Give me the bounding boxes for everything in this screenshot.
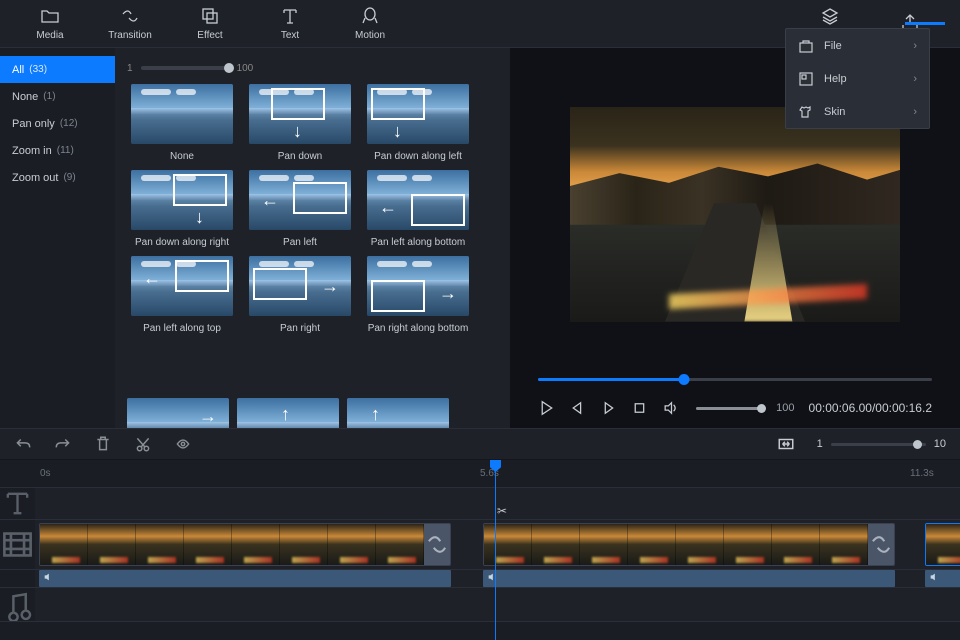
volume-value: 100: [776, 402, 794, 414]
motion-thumb[interactable]: ↓: [249, 84, 351, 144]
undo-button[interactable]: [14, 435, 32, 453]
motion-thumb[interactable]: →: [127, 398, 229, 428]
motion-label: Pan left along bottom: [371, 237, 466, 248]
active-indicator: [905, 22, 945, 25]
music-track-icon[interactable]: [0, 588, 35, 621]
transition-icon: [868, 524, 894, 565]
video-clip[interactable]: [483, 523, 895, 566]
motion-thumb[interactable]: ←: [367, 170, 469, 230]
motion-label: Pan down along right: [135, 237, 229, 248]
audio-clip[interactable]: [925, 570, 960, 587]
video-clip[interactable]: [39, 523, 451, 566]
audio-clip[interactable]: [39, 570, 451, 587]
delete-button[interactable]: [94, 435, 112, 453]
next-frame-button[interactable]: [600, 399, 617, 417]
main-menu: File › Help › Skin ›: [785, 28, 930, 129]
sidebar-item-none[interactable]: None(1): [0, 83, 115, 110]
category-sidebar: All(33) None(1) Pan only(12) Zoom in(11)…: [0, 48, 115, 428]
transition-icon: [424, 524, 450, 565]
thumb-size-slider[interactable]: [141, 66, 229, 70]
motion-gallery: 1 100 None ↓ Pan down ↓ Pan down along lef…: [115, 48, 510, 428]
speaker-icon: [929, 572, 939, 585]
help-icon: [798, 71, 814, 87]
tool-motion[interactable]: Motion: [330, 0, 410, 48]
motion-label: Pan right along bottom: [368, 323, 469, 334]
folder-icon: [40, 6, 60, 26]
speaker-icon: [43, 572, 53, 585]
chevron-right-icon: ›: [913, 106, 917, 118]
cut-marker-icon: ✂: [497, 504, 507, 518]
tool-text[interactable]: Text: [250, 0, 330, 48]
motion-label: Pan down: [278, 151, 322, 162]
motion-thumb[interactable]: →: [249, 256, 351, 316]
top-toolbar: Media Transition Effect Text Motion Temp…: [0, 0, 960, 48]
template-icon: [820, 6, 840, 26]
preview-video[interactable]: [570, 107, 900, 322]
cut-button[interactable]: [134, 435, 152, 453]
motion-label: Pan down along left: [374, 151, 462, 162]
transition-icon: [120, 6, 140, 26]
motion-thumb[interactable]: [131, 84, 233, 144]
music-track[interactable]: [35, 588, 960, 621]
redo-button[interactable]: [54, 435, 72, 453]
motion-thumb[interactable]: ←: [249, 170, 351, 230]
menu-skin[interactable]: Skin ›: [786, 95, 929, 128]
motion-label: None: [170, 151, 194, 162]
thumb-size-max: 100: [237, 63, 254, 74]
stop-button[interactable]: [631, 399, 648, 417]
menu-file[interactable]: File ›: [786, 29, 929, 62]
motion-thumb[interactable]: ↑: [347, 398, 449, 428]
motion-label: Pan right: [280, 323, 320, 334]
text-track-icon[interactable]: [0, 488, 35, 519]
chevron-right-icon: ›: [913, 73, 917, 85]
skin-icon: [798, 104, 814, 120]
time-display: 00:00:06.00/00:00:16.2: [809, 401, 932, 415]
sidebar-item-pan-only[interactable]: Pan only(12): [0, 110, 115, 137]
motion-thumb[interactable]: ↓: [131, 170, 233, 230]
play-button[interactable]: [538, 399, 555, 417]
sidebar-item-all[interactable]: All(33): [0, 56, 115, 83]
motion-thumb[interactable]: ←: [131, 256, 233, 316]
text-icon: [280, 6, 300, 26]
file-icon: [798, 38, 814, 54]
volume-slider[interactable]: [696, 407, 762, 410]
video-track-icon[interactable]: [0, 520, 35, 569]
audio-clip[interactable]: [483, 570, 895, 587]
fit-button[interactable]: [777, 435, 795, 453]
chevron-right-icon: ›: [913, 40, 917, 52]
video-track[interactable]: ✂: [35, 520, 960, 569]
motion-thumb[interactable]: ↓: [367, 84, 469, 144]
timeline-toolbar: 1 10: [0, 428, 960, 460]
motion-icon: [360, 6, 380, 26]
menu-help[interactable]: Help ›: [786, 62, 929, 95]
zoom-max: 10: [934, 438, 946, 450]
motion-thumb[interactable]: ↑: [237, 398, 339, 428]
tool-transition[interactable]: Transition: [90, 0, 170, 48]
timeline-tracks: ✂: [0, 488, 960, 640]
motion-thumb[interactable]: →: [367, 256, 469, 316]
zoom-slider[interactable]: [831, 443, 926, 446]
video-clip[interactable]: [925, 523, 960, 566]
seek-slider[interactable]: [538, 378, 932, 381]
sidebar-item-zoom-out[interactable]: Zoom out(9): [0, 164, 115, 191]
audio-track[interactable]: [35, 570, 960, 587]
zoom-min: 1: [817, 438, 823, 450]
timeline-ruler[interactable]: 0s 5.6s 11.3s: [0, 460, 960, 488]
volume-icon[interactable]: [662, 399, 679, 417]
prev-frame-button[interactable]: [569, 399, 586, 417]
motion-label: Pan left: [283, 237, 317, 248]
effect-icon: [200, 6, 220, 26]
sidebar-item-zoom-in[interactable]: Zoom in(11): [0, 137, 115, 164]
playhead[interactable]: [495, 460, 496, 640]
crop-button[interactable]: [174, 435, 192, 453]
motion-label: Pan left along top: [143, 323, 221, 334]
thumb-size-min: 1: [127, 63, 133, 74]
tool-effect[interactable]: Effect: [170, 0, 250, 48]
tool-media[interactable]: Media: [10, 0, 90, 48]
